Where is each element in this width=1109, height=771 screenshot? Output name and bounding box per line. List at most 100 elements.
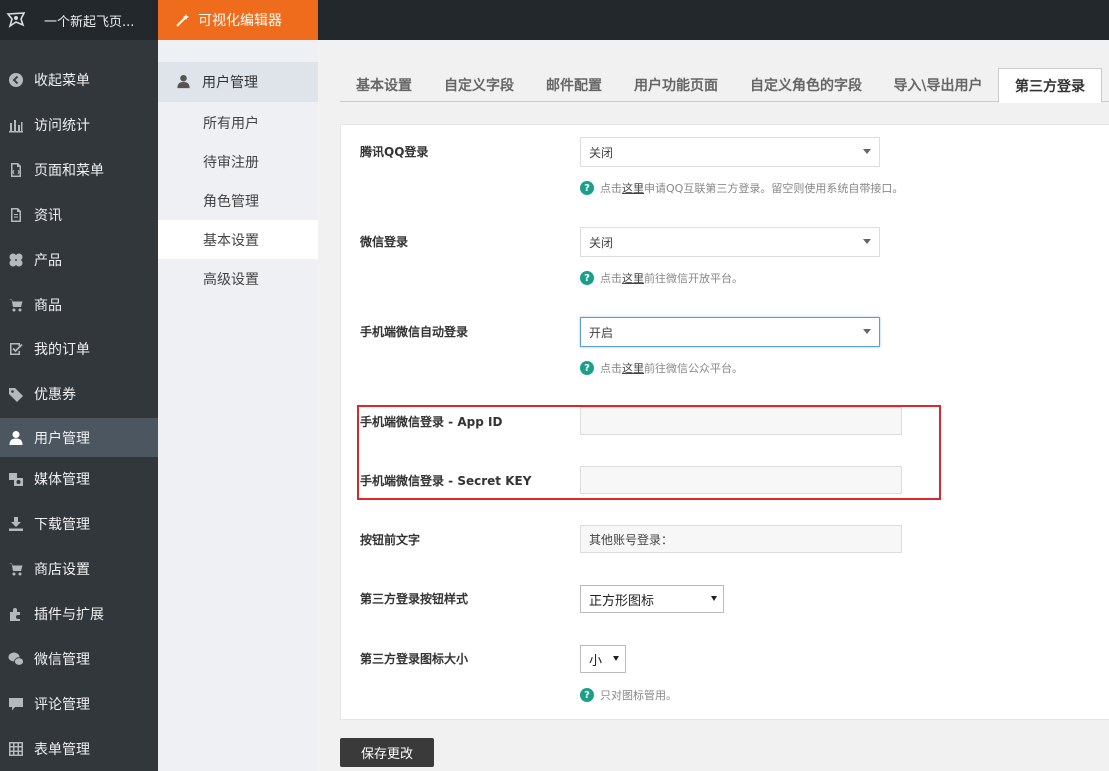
qq-login-value: 关闭 [589,145,614,160]
qq-apply-link[interactable]: 这里 [622,180,644,196]
sidebar-item-orders[interactable]: 我的订单 [0,329,158,368]
icon-size-select[interactable]: 小 [580,645,626,673]
news-icon [7,206,25,224]
mobile-wechat-auto-login-hint: ? 点击 这里 前往微信公众平台。 [580,360,743,376]
media-icon [7,470,25,488]
sidebar-item-collapse[interactable]: 收起菜单 [0,60,158,99]
sidebar-item-coupons[interactable]: 优惠券 [0,374,158,413]
icon-size-value: 小 [589,653,603,669]
help-icon: ? [580,181,594,195]
admin-sidebar: 收起菜单 访问统计 页面和菜单 资讯 产品 商品 我的订单 优惠券 用户管理 媒… [0,40,158,771]
sidebar-item-store-settings[interactable]: 商店设置 [0,549,158,588]
visual-editor-label: 可视化编辑器 [198,13,282,29]
hint-text: 点击 [600,272,622,285]
visual-editor-button[interactable]: 可视化编辑器 [158,0,318,40]
mobile-wechat-auto-login-select[interactable]: 开启 [580,317,880,347]
site-title-link[interactable]: 一个新起飞页... [0,0,158,40]
hint-text: 点击 [600,182,622,195]
sidebar-item-label: 下载管理 [34,516,90,533]
submenu-item-advanced-settings[interactable]: 高级设置 [158,259,318,298]
sidebar-item-goods[interactable]: 商品 [0,285,158,324]
download-icon [7,515,25,533]
submenu-title-label: 用户管理 [202,75,258,91]
sidebar-item-pages[interactable]: 页面和菜单 [0,150,158,189]
order-icon [7,340,25,358]
sidebar-item-media[interactable]: 媒体管理 [0,459,158,498]
wechat-open-platform-link[interactable]: 这里 [622,270,644,286]
wechat-public-platform-link[interactable]: 这里 [622,360,644,376]
sidebar-item-label: 资讯 [34,207,62,224]
sidebar-item-downloads[interactable]: 下载管理 [0,504,158,543]
user-icon [176,74,192,90]
stats-icon [7,116,25,134]
icon-size-label: 第三方登录图标大小 [360,652,469,666]
coupon-icon [7,385,25,403]
cart-icon [7,296,25,314]
secret-key-label: 手机端微信登录 - Secret KEY [360,474,532,488]
hint-text: 前往微信开放平台。 [644,272,743,285]
collapse-icon [7,71,25,89]
sidebar-item-label: 我的订单 [34,341,90,358]
site-logo-icon [6,10,26,30]
sidebar-item-label: 微信管理 [34,651,90,668]
save-changes-button[interactable]: 保存更改 [340,738,434,767]
tab-user-pages[interactable]: 用户功能页面 [618,68,734,102]
qq-login-label: 腾讯QQ登录 [360,145,429,159]
page-icon [7,161,25,179]
tab-basic-settings[interactable]: 基本设置 [340,68,428,102]
sidebar-item-label: 表单管理 [34,741,90,758]
sidebar-item-stats[interactable]: 访问统计 [0,105,158,144]
sidebar-item-label: 访问统计 [34,117,90,134]
app-id-input[interactable] [580,407,902,435]
qq-login-hint: ? 点击 这里 申请QQ互联第三方登录。留空则使用系统自带接口。 [580,180,903,196]
hint-text: 前往微信公众平台。 [644,362,743,375]
site-name: 一个新起飞页... [44,14,135,30]
sidebar-item-plugins[interactable]: 插件与扩展 [0,594,158,633]
store-icon [7,560,25,578]
submenu-item-basic-settings[interactable]: 基本设置 [158,220,318,259]
tab-custom-fields[interactable]: 自定义字段 [428,68,530,102]
comment-icon [7,695,25,713]
top-bar: 一个新起飞页... 可视化编辑器 [0,0,1109,40]
submenu-title: 用户管理 [158,62,318,102]
wechat-login-select[interactable]: 关闭 [580,227,880,257]
button-style-value: 正方形图标 [589,593,655,609]
tab-custom-role-fields[interactable]: 自定义角色的字段 [734,68,878,102]
mobile-wechat-auto-login-label: 手机端微信自动登录 [360,325,469,339]
wechat-login-hint: ? 点击 这里 前往微信开放平台。 [580,270,743,286]
hint-text: 申请QQ互联第三方登录。留空则使用系统自带接口。 [644,182,904,195]
product-icon [7,251,25,269]
wechat-login-label: 微信登录 [360,235,409,249]
secret-key-input[interactable] [580,466,902,494]
dropdown-arrow-icon [711,596,717,601]
sidebar-item-label: 页面和菜单 [34,162,104,179]
magic-wand-icon [176,13,190,27]
mobile-wechat-auto-login-value: 开启 [589,325,614,340]
button-prefix-input[interactable]: 其他账号登录： [580,525,902,553]
sidebar-item-forms[interactable]: 表单管理 [0,729,158,768]
sidebar-item-label: 商店设置 [34,561,90,578]
sidebar-item-users[interactable]: 用户管理 [0,418,158,457]
icon-size-hint: ? 只对图标管用。 [580,687,677,703]
chevron-down-icon [863,329,871,334]
sidebar-item-products[interactable]: 产品 [0,240,158,279]
button-style-label: 第三方登录按钮样式 [360,592,469,606]
user-icon [7,429,25,447]
submenu-item-all-users[interactable]: 所有用户 [158,103,318,142]
sidebar-item-wechat[interactable]: 微信管理 [0,639,158,678]
hint-text: 只对图标管用。 [600,689,677,702]
tab-import-export-users[interactable]: 导入\导出用户 [878,68,998,102]
button-style-select[interactable]: 正方形图标 [580,585,724,613]
tab-third-party-login[interactable]: 第三方登录 [998,68,1102,103]
sidebar-item-label: 插件与扩展 [34,606,104,623]
sidebar-item-news[interactable]: 资讯 [0,195,158,234]
sidebar-item-label: 产品 [34,252,62,269]
submenu-item-roles[interactable]: 角色管理 [158,181,318,220]
settings-tabs: 基本设置 自定义字段 邮件配置 用户功能页面 自定义角色的字段 导入\导出用户 … [340,68,1109,103]
button-prefix-label: 按钮前文字 [360,533,421,547]
sidebar-item-comments[interactable]: 评论管理 [0,684,158,723]
tab-email-config[interactable]: 邮件配置 [530,68,618,102]
submenu-item-pending-registration[interactable]: 待审注册 [158,142,318,181]
plugin-icon [7,605,25,623]
qq-login-select[interactable]: 关闭 [580,137,880,167]
